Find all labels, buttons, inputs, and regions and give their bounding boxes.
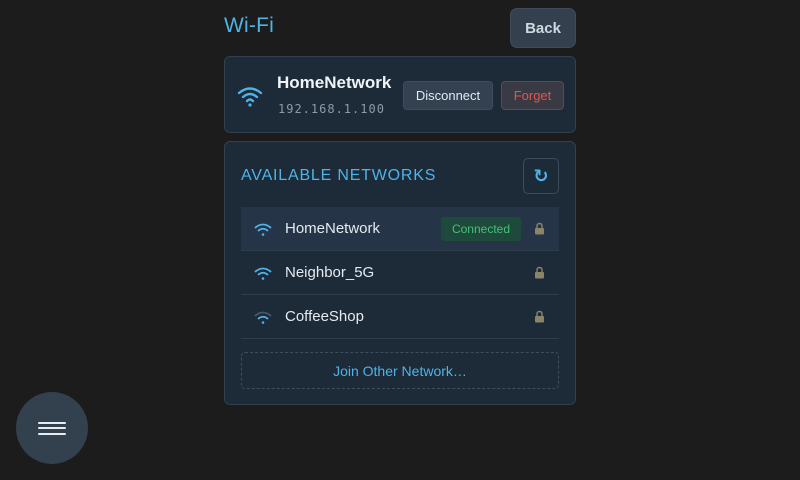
available-networks-card: AVAILABLE NETWORKS ↻ HomeNetwork Connect… <box>224 141 576 405</box>
wifi-signal-icon <box>254 223 272 236</box>
page-title: Wi-Fi <box>224 14 274 37</box>
network-row-homenetwork[interactable]: HomeNetwork Connected <box>241 207 559 251</box>
network-name: HomeNetwork <box>285 220 381 237</box>
lock-icon <box>535 266 544 279</box>
current-network-ssid: HomeNetwork <box>277 73 392 92</box>
network-row-neighbor-5g[interactable]: Neighbor_5G <box>241 251 559 295</box>
join-other-network-button[interactable]: Join Other Network… <box>241 352 559 389</box>
current-network-card: HomeNetwork 192.168.1.100 Disconnect For… <box>224 56 576 133</box>
lock-icon <box>535 222 544 235</box>
wifi-settings-screen: Wi-Fi Back HomeNetwork 192.168.1.100 Dis… <box>0 0 800 480</box>
network-row-coffeeshop[interactable]: CoffeeShop <box>241 295 559 339</box>
current-network-ip: 192.168.1.100 <box>278 102 385 116</box>
wifi-signal-weak-icon <box>254 311 272 324</box>
wifi-signal-icon <box>254 267 272 280</box>
refresh-button[interactable]: ↻ <box>523 158 559 194</box>
refresh-icon: ↻ <box>533 165 549 186</box>
disconnect-button[interactable]: Disconnect <box>403 81 493 110</box>
back-button[interactable]: Back <box>510 8 576 48</box>
forget-button[interactable]: Forget <box>501 81 564 110</box>
available-networks-heading: AVAILABLE NETWORKS <box>241 167 437 184</box>
lock-icon <box>535 310 544 323</box>
network-name: Neighbor_5G <box>285 264 375 281</box>
network-name: CoffeeShop <box>285 308 364 325</box>
menu-button[interactable] <box>16 392 88 464</box>
wifi-icon <box>237 87 263 107</box>
hamburger-menu-icon <box>38 418 66 438</box>
connected-badge: Connected <box>441 217 521 241</box>
